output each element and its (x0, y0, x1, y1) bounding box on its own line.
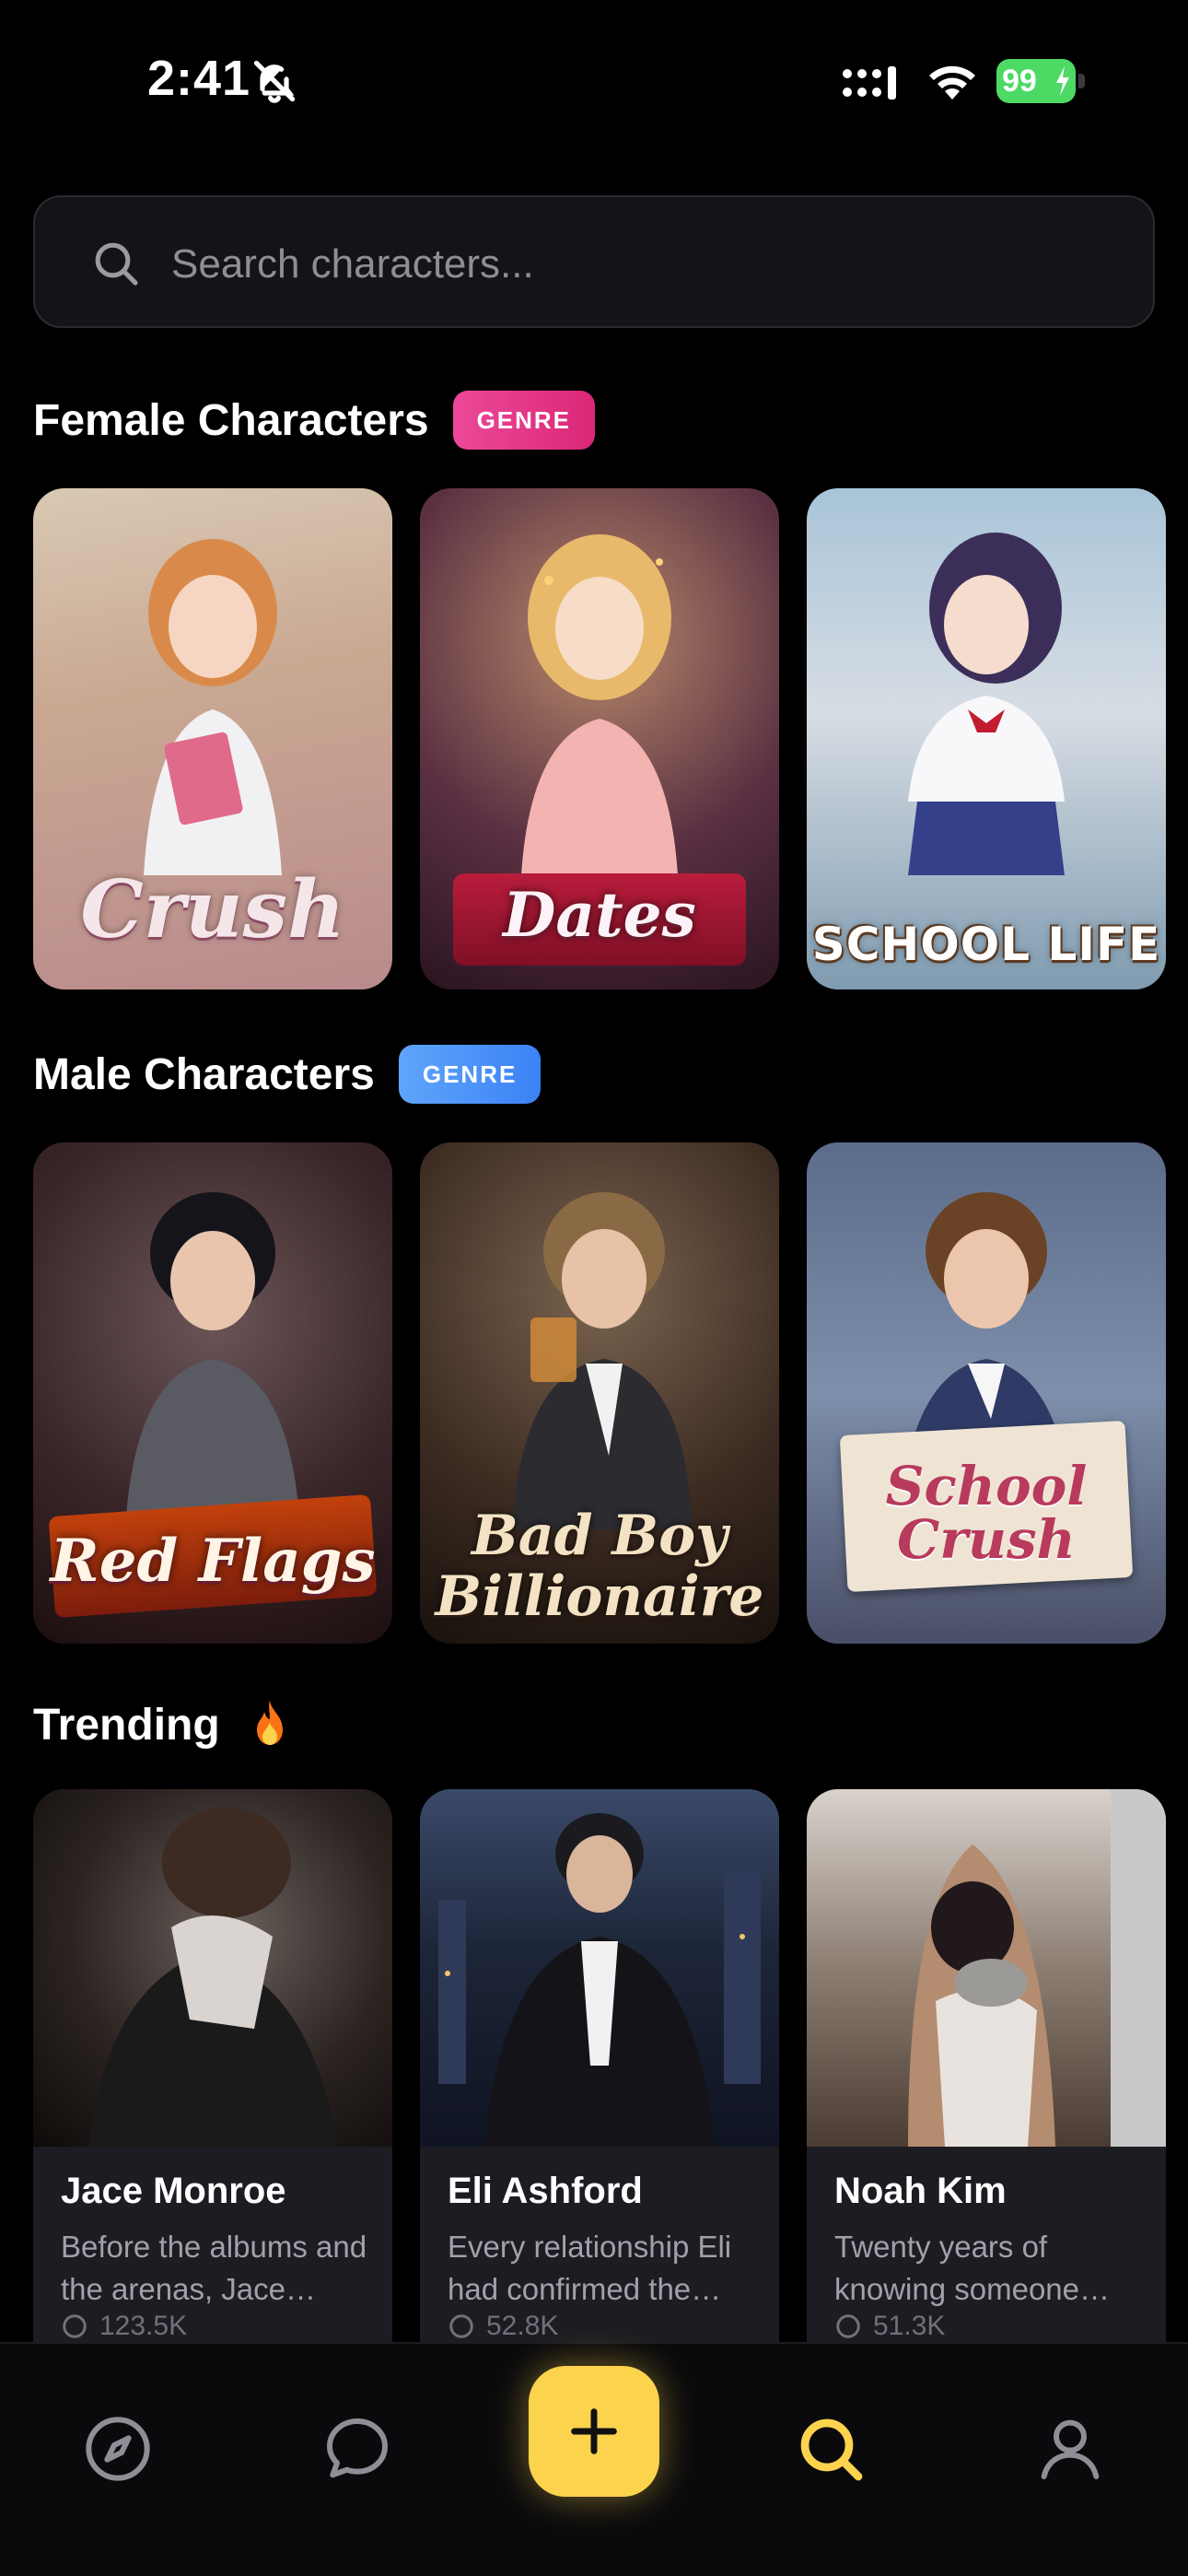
trending-card[interactable]: Noah Kim Twenty years of knowing someone… (807, 1789, 1166, 2342)
genre-card-label: Bad Boy Billionaire (435, 1504, 764, 1629)
character-description: Twenty years of knowing someone changes … (834, 2230, 1079, 2306)
genre-card-label: Red Flags (50, 1527, 376, 1596)
section-title: Female Characters (33, 395, 429, 445)
trending-card[interactable]: Jace Monroe Before the albums and the ar… (33, 1789, 392, 2342)
character-description: Before the albums and the arenas, Jace M… (61, 2230, 367, 2306)
chat-icon (327, 2418, 388, 2478)
genre-card-label: Dates (503, 879, 696, 951)
genre-badge: GENRE (398, 1045, 542, 1104)
male-card-row: Red Flags Bad Boy Billionaire School Cru… (33, 1142, 1188, 1644)
chat-count-icon (449, 2314, 473, 2338)
character-art (125, 1192, 300, 1529)
status-bar: 2:41 99 (0, 0, 1188, 157)
status-time: 2:41 (147, 51, 251, 106)
battery-indicator: 99 (996, 59, 1085, 103)
search-bar[interactable] (33, 195, 1155, 328)
plus-icon (571, 2408, 617, 2454)
genre-card-label: SCHOOL LIFE (811, 918, 1161, 971)
female-card-row: Crush Dates SCHOOL LIFE (33, 488, 1188, 989)
genre-card-school-crush[interactable]: School Crush (807, 1142, 1166, 1644)
character-art (521, 534, 678, 875)
profile-icon (1041, 2419, 1100, 2479)
character-art (908, 533, 1065, 875)
signal-icon (843, 66, 896, 100)
fire-icon (256, 1701, 283, 1745)
male-section-header: Male Characters GENRE (33, 1037, 542, 1111)
wifi-icon (929, 65, 975, 100)
character-photo (807, 1789, 1166, 2147)
female-section-header: Female Characters GENRE (33, 383, 596, 457)
chat-count: 123.5K (61, 2311, 187, 2342)
character-art (512, 1192, 692, 1529)
character-name: Jace Monroe (61, 2171, 286, 2211)
character-description: Every relationship Eli had confirmed the… (448, 2230, 732, 2306)
character-photo (420, 1789, 779, 2147)
genre-card-school-life[interactable]: SCHOOL LIFE (807, 488, 1166, 989)
genre-card-crush[interactable]: Crush (33, 488, 392, 989)
character-name: Eli Ashford (448, 2171, 643, 2211)
chat-count-icon (63, 2314, 87, 2338)
genre-card-bad-boy-billionaire[interactable]: Bad Boy Billionaire (420, 1142, 779, 1644)
search-icon (95, 242, 138, 286)
charging-bolt-icon (1056, 66, 1069, 96)
genre-badge: GENRE (452, 391, 596, 450)
genre-card-label: School Crush (885, 1455, 1088, 1571)
chat-count: 52.8K (448, 2311, 558, 2342)
nav-chats[interactable] (311, 2403, 403, 2495)
create-character-button[interactable] (529, 2366, 659, 2497)
chat-count-value: 52.8K (486, 2311, 559, 2341)
bell-off-icon (253, 60, 296, 103)
nav-search[interactable] (785, 2403, 877, 2495)
chat-count-icon (836, 2314, 860, 2338)
genre-card-label: Crush (80, 863, 345, 956)
chat-count-value: 51.3K (873, 2311, 946, 2341)
section-title: Male Characters (33, 1049, 375, 1099)
chat-count: 51.3K (834, 2311, 945, 2342)
trending-section-header: Trending (33, 1688, 292, 1762)
character-photo (33, 1789, 392, 2147)
character-name: Noah Kim (834, 2171, 1007, 2211)
nav-profile[interactable] (1024, 2403, 1116, 2495)
genre-card-dates[interactable]: Dates (420, 488, 779, 989)
trending-card[interactable]: Eli Ashford Every relationship Eli had c… (420, 1789, 779, 2342)
search-icon (800, 2418, 863, 2481)
trending-card-row: Jace Monroe Before the albums and the ar… (33, 1789, 1188, 2342)
chat-count-value: 123.5K (99, 2311, 188, 2341)
battery-level: 99 (1002, 64, 1037, 99)
section-title: Trending (33, 1700, 220, 1750)
nav-explore[interactable] (72, 2403, 164, 2495)
compass-icon (86, 2417, 150, 2481)
bottom-nav (0, 2342, 1188, 2576)
search-input[interactable] (169, 225, 1094, 304)
genre-card-red-flags[interactable]: Red Flags (33, 1142, 392, 1644)
character-art (144, 539, 282, 875)
